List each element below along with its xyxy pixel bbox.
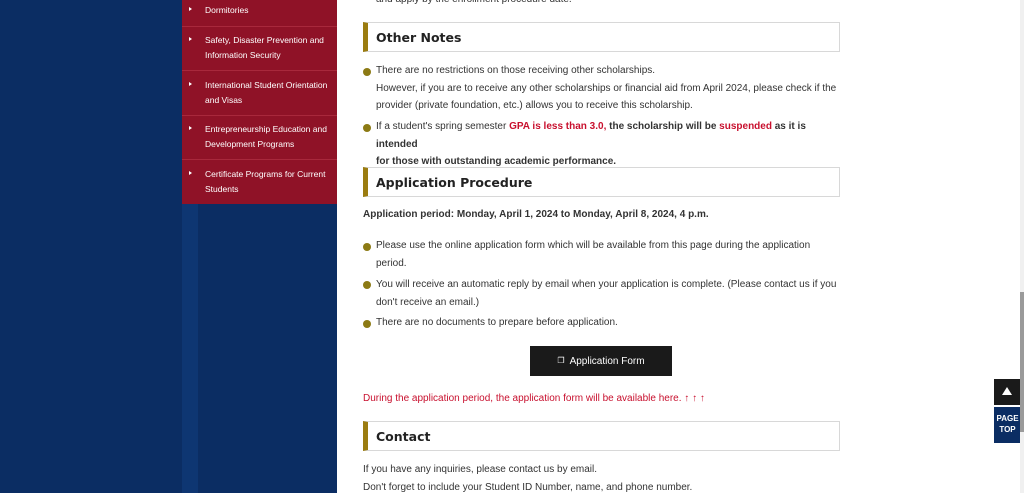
top-text-fragment: and apply by the enrollment procedure da… [376,0,572,9]
contact-text-2: Don't forget to include your Student ID … [363,482,693,493]
application-item-auto-reply: You will receive an automatic reply by e… [376,279,837,308]
application-item-no-documents: There are no documents to prepare before… [376,317,618,328]
bullet-icon [363,68,371,76]
bullet-icon [363,243,371,251]
bullet-icon [363,320,371,328]
section-heading-contact: Contact [363,421,840,451]
application-item-online-form: Please use the online application form w… [376,240,811,269]
chevron-right-icon [189,37,192,41]
sidebar-divider [182,159,337,160]
arrow-up-icon[interactable] [994,379,1021,405]
scrollbar-thumb[interactable] [1020,292,1024,432]
sidebar-item-certificate[interactable]: Certificate Programs for Current Student… [182,167,337,197]
chevron-right-icon [189,171,192,175]
chevron-right-icon [189,126,192,130]
sidebar-divider [182,26,337,27]
sidebar-item-label: Certificate Programs for Current Student… [205,169,326,194]
sidebar-menu: Dormitories Safety, Disaster Prevention … [182,0,337,204]
window-icon: ❐ [557,356,565,365]
sidebar-item-dormitories[interactable]: Dormitories [182,3,337,18]
sidebar-item-safety[interactable]: Safety, Disaster Prevention and Informat… [182,33,337,63]
sidebar-divider [182,70,337,71]
application-form-button[interactable]: ❐ Application Form [530,346,672,376]
sidebar-item-label: Safety, Disaster Prevention and Informat… [205,35,324,60]
chevron-right-icon [189,7,192,11]
sidebar-item-label: International Student Orientation and Vi… [205,80,328,105]
page-top-label[interactable]: PAGE TOP [994,407,1021,443]
note-item-gpa: If a student's spring semester GPA is le… [376,121,806,167]
page-top-button[interactable]: PAGE TOP [994,379,1021,443]
sidebar-item-orientation[interactable]: International Student Orientation and Vi… [182,78,337,108]
sidebar-item-label: Dormitories [205,5,249,15]
bullet-icon [363,281,371,289]
chevron-right-icon [189,82,192,86]
application-notice: During the application period, the appli… [363,393,705,404]
sidebar-item-label: Entrepreneurship Education and Developme… [205,124,327,149]
sidebar-divider [182,115,337,116]
note-item-restrictions: There are no restrictions on those recei… [376,65,837,111]
application-period: Application period: Monday, April 1, 202… [363,209,709,220]
section-heading-other-notes: Other Notes [363,22,840,52]
sidebar-item-entrepreneurship[interactable]: Entrepreneurship Education and Developme… [182,122,337,152]
section-heading-application: Application Procedure [363,167,840,197]
contact-text-1: If you have any inquiries, please contac… [363,464,598,475]
bullet-icon [363,124,371,132]
